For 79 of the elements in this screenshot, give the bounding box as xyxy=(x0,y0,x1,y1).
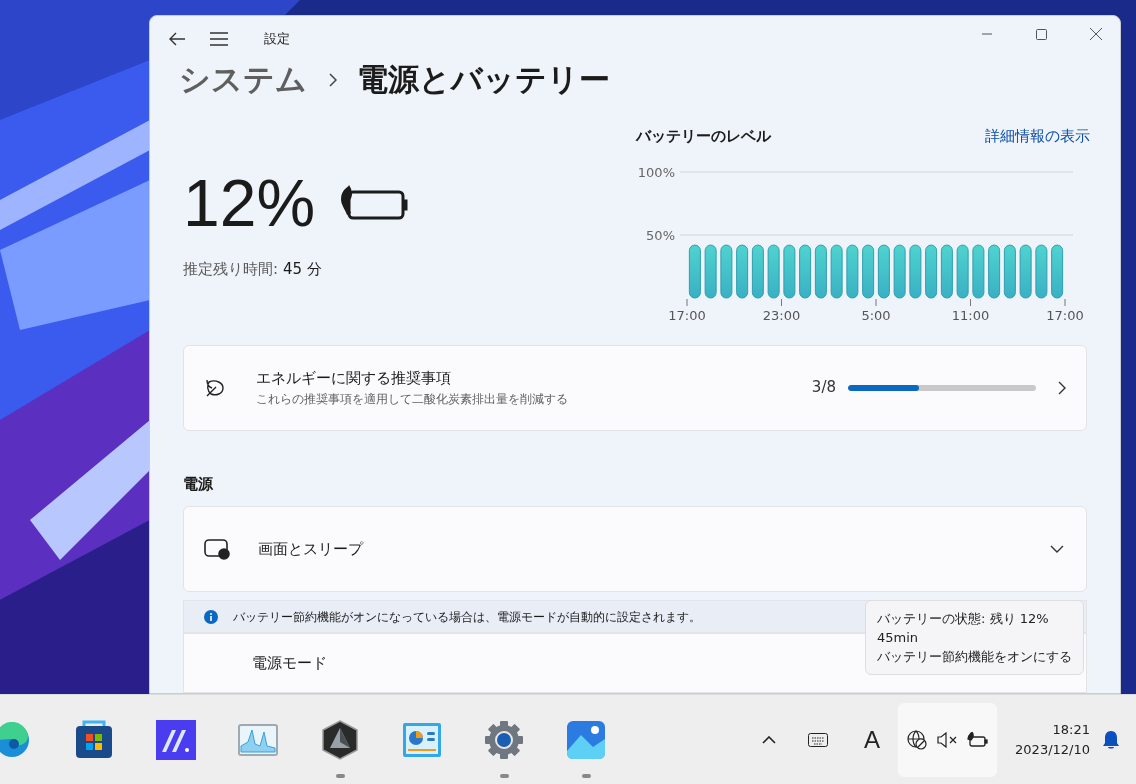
screen-sleep-row[interactable]: 画面とスリープ xyxy=(183,506,1087,592)
window-title: 設定 xyxy=(264,30,290,48)
control-panel-icon[interactable] xyxy=(402,721,442,758)
chart-bar xyxy=(972,244,985,298)
chevron-up-icon[interactable] xyxy=(762,735,777,744)
chart-bar xyxy=(751,244,764,298)
chart-bar xyxy=(862,244,875,298)
battery-percentage: 12% xyxy=(183,169,316,236)
info-text: バッテリー節約機能がオンになっている場合は、電源モードが自動的に設定されます。 xyxy=(233,608,701,626)
chart-bar xyxy=(688,244,701,298)
screen-sleep-label: 画面とスリープ xyxy=(258,538,363,560)
tick-mark xyxy=(875,298,877,306)
details-link[interactable]: 詳細情報の表示 xyxy=(985,125,1090,148)
chart-bar xyxy=(988,244,1001,298)
chart-bar xyxy=(767,244,780,298)
chevron-right-icon xyxy=(329,72,337,87)
progress-count: 3/8 xyxy=(811,377,836,399)
globe-blocked-icon xyxy=(906,729,927,750)
chart-bar xyxy=(1003,244,1016,298)
tick-mark xyxy=(1064,298,1066,306)
keyboard-icon[interactable] xyxy=(808,732,829,747)
axis-label: 5:00 xyxy=(861,307,891,323)
remaining-time-label: 推定残り時間: xyxy=(183,258,279,280)
tooltip-text: バッテリー節約機能をオンにする xyxy=(877,648,1072,666)
chart-bar xyxy=(736,244,749,298)
settings-icon[interactable] xyxy=(484,719,524,760)
close-icon xyxy=(1090,28,1102,40)
breadcrumb-link[interactable]: システム xyxy=(179,56,307,103)
section-heading: 電源 xyxy=(183,473,214,495)
chart-bar xyxy=(909,244,922,298)
store-bag-icon[interactable] xyxy=(74,719,114,760)
axis-label: 17:00 xyxy=(1046,307,1084,323)
battery-leaf-icon xyxy=(966,731,989,748)
clock-time[interactable]: 18:21 xyxy=(1052,720,1090,740)
chart-bar xyxy=(846,244,859,298)
chart-bar xyxy=(720,244,733,298)
photos-icon[interactable] xyxy=(567,720,605,759)
chart-bar xyxy=(704,244,717,298)
axis-label: 11:00 xyxy=(951,307,990,323)
tick-mark xyxy=(970,298,971,306)
hexagon-logo-icon[interactable] xyxy=(322,719,358,760)
chevron-right-icon xyxy=(1058,380,1066,395)
chart-bar xyxy=(925,244,938,298)
tick-mark xyxy=(781,298,782,306)
screen-moon-icon xyxy=(204,538,230,560)
menu-icon[interactable] xyxy=(210,31,228,46)
notification-bell-icon[interactable] xyxy=(1102,729,1120,750)
chart-bar xyxy=(783,244,796,298)
axis-label: 17:00 xyxy=(668,307,706,323)
recommendations-card[interactable]: エネルギーに関する推奨事項 これらの推奨事項を適用して二酸化炭素排出量を削減する 3/8 xyxy=(183,344,1087,431)
chart-bar xyxy=(877,244,890,298)
slash-logo-icon[interactable] xyxy=(156,719,196,760)
info-icon xyxy=(204,609,218,624)
browser-wave-icon[interactable] xyxy=(0,721,32,758)
power-mode-label: 電源モード xyxy=(252,656,327,671)
axis-label: 23:00 xyxy=(762,307,801,323)
back-arrow-icon[interactable] xyxy=(168,30,186,47)
tooltip-text: バッテリーの状態: 残り 12% xyxy=(877,610,1050,628)
chart-bar xyxy=(1035,244,1048,298)
page-title: 電源とバッテリー xyxy=(357,60,610,100)
chart-bar xyxy=(940,244,953,298)
chart-bar xyxy=(1019,244,1032,298)
recommendations-title: エネルギーに関する推奨事項 xyxy=(256,368,452,390)
system-tray-button[interactable] xyxy=(898,702,998,777)
remaining-time-value: 45 分 xyxy=(283,258,322,280)
axis-label: 50% xyxy=(646,227,675,243)
tick-mark xyxy=(686,298,688,306)
recommendations-subtitle: これらの推奨事項を適用して二酸化炭素排出量を削減する xyxy=(256,390,568,408)
maximize-icon xyxy=(1035,28,1047,40)
chart-bar xyxy=(893,244,906,298)
chart-bar xyxy=(956,244,969,298)
clock-date[interactable]: 2023/12/10 xyxy=(1015,739,1090,759)
chart-bar xyxy=(814,244,827,298)
chart-bar xyxy=(1051,244,1064,298)
chart-bar xyxy=(799,244,812,298)
input-method-indicator[interactable]: A xyxy=(864,721,881,758)
axis-label: 100% xyxy=(637,164,675,180)
chart-title: バッテリーのレベル xyxy=(636,126,771,148)
chart-bar xyxy=(830,244,843,298)
